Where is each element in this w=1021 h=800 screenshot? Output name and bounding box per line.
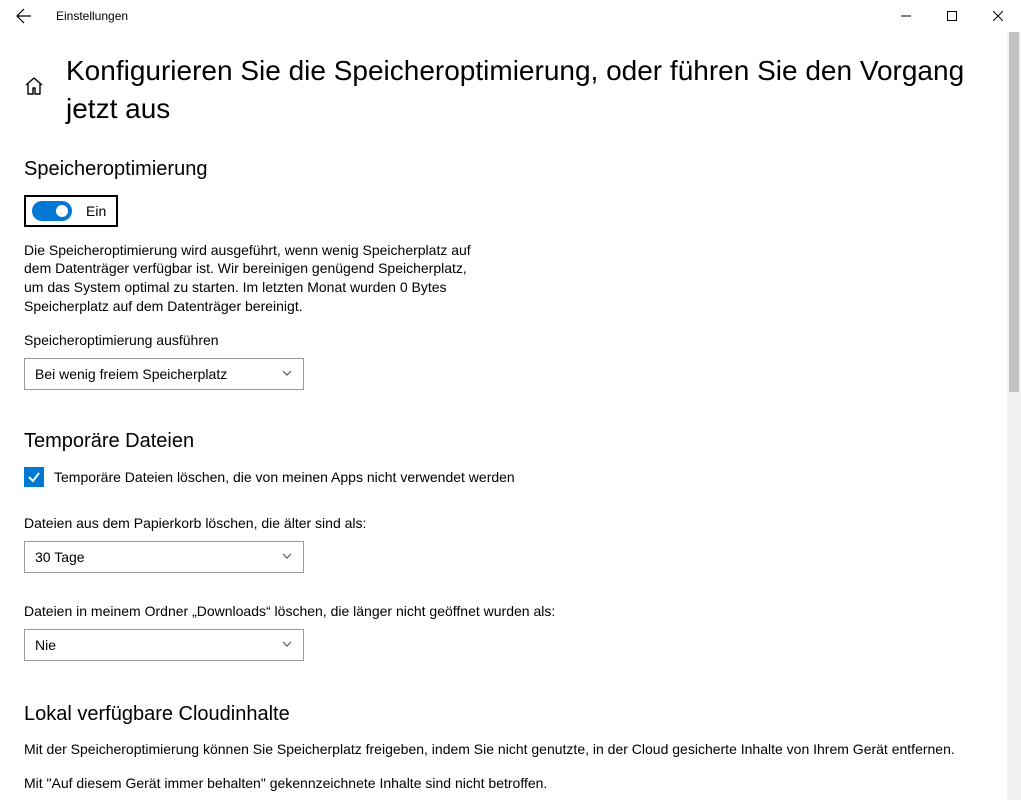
titlebar-left: Einstellungen (8, 0, 128, 32)
run-schedule-dropdown[interactable]: Bei wenig freiem Speicherplatz (24, 358, 304, 390)
storage-sense-toggle-frame: Ein (24, 195, 118, 227)
chevron-down-icon (281, 549, 293, 565)
arrow-left-icon (16, 8, 32, 24)
run-schedule-label: Speicheroptimierung ausführen (24, 332, 997, 348)
page-title: Konfigurieren Sie die Speicheroptimierun… (66, 52, 997, 128)
downloads-label: Dateien in meinem Ordner „Downloads“ lös… (24, 603, 997, 619)
temp-delete-row: Temporäre Dateien löschen, die von meine… (24, 467, 997, 487)
toggle-knob (56, 205, 68, 217)
recycle-label: Dateien aus dem Papierkorb löschen, die … (24, 515, 997, 531)
page-header: Konfigurieren Sie die Speicheroptimierun… (0, 32, 1021, 128)
downloads-dropdown[interactable]: Nie (24, 629, 304, 661)
minimize-button[interactable] (883, 0, 929, 32)
home-icon (24, 76, 44, 96)
home-button[interactable] (24, 76, 44, 99)
scrollbar-thumb[interactable] (1009, 32, 1019, 392)
run-schedule-value: Bei wenig freiem Speicherplatz (35, 366, 227, 382)
window-controls (883, 0, 1021, 32)
maximize-button[interactable] (929, 0, 975, 32)
scrollbar[interactable] (1007, 32, 1021, 800)
close-icon (993, 11, 1003, 21)
titlebar: Einstellungen (0, 0, 1021, 32)
temp-delete-checkbox[interactable] (24, 467, 44, 487)
check-icon (27, 470, 41, 484)
maximize-icon (947, 11, 957, 21)
temp-files-heading: Temporäre Dateien (24, 430, 997, 453)
cloud-p2: Mit "Auf diesem Gerät immer behalten" ge… (24, 774, 997, 794)
cloud-heading: Lokal verfügbare Cloudinhalte (24, 703, 997, 726)
toggle-state-label: Ein (86, 203, 106, 219)
storage-sense-heading: Speicheroptimierung (24, 158, 997, 181)
cloud-p1: Mit der Speicheroptimierung können Sie S… (24, 740, 997, 760)
minimize-icon (901, 11, 911, 21)
storage-sense-description: Die Speicheroptimierung wird ausgeführt,… (24, 241, 484, 317)
recycle-value: 30 Tage (35, 549, 85, 565)
content: Speicheroptimierung Ein Die Speicheropti… (0, 158, 1021, 794)
chevron-down-icon (281, 637, 293, 653)
chevron-down-icon (281, 366, 293, 382)
back-button[interactable] (8, 0, 40, 32)
downloads-value: Nie (35, 637, 56, 653)
window-title: Einstellungen (56, 9, 128, 23)
temp-delete-label: Temporäre Dateien löschen, die von meine… (54, 469, 515, 485)
storage-sense-toggle[interactable] (32, 201, 72, 221)
recycle-dropdown[interactable]: 30 Tage (24, 541, 304, 573)
close-button[interactable] (975, 0, 1021, 32)
